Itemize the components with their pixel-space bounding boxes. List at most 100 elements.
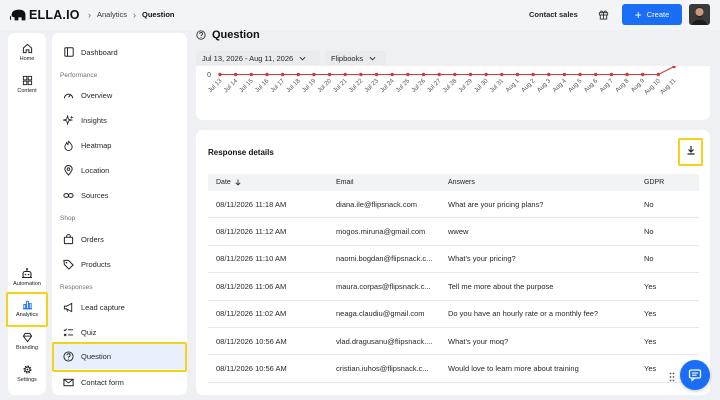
cell-answer: What are your pricing plans? [448,199,544,209]
subnav-label: Location [81,165,110,175]
data-point[interactable] [312,72,316,77]
data-point[interactable] [437,72,441,77]
data-point[interactable] [374,72,379,77]
subnav-item-orders[interactable]: Orders [63,232,104,246]
rail-item-home[interactable]: Home [8,43,46,62]
data-point[interactable] [233,72,238,77]
data-point[interactable] [515,72,520,77]
column-header-answers: Answers [448,179,475,186]
data-point[interactable] [656,72,661,77]
data-point[interactable] [280,72,285,77]
location-pin-icon [63,164,74,176]
x-tick-label: Jul 31 [489,77,506,94]
subnav-item-dashboard[interactable]: Dashboard [63,45,118,59]
gift-icon[interactable] [598,9,609,20]
date-range-select[interactable]: Jul 13, 2026 - Aug 11, 2026 [196,51,320,65]
subnav-item-overview[interactable]: Overview [63,88,112,102]
data-point[interactable] [296,72,300,77]
subnav-label: Sources [81,190,109,200]
rail-item-automation[interactable]: Automation [8,267,46,287]
data-point[interactable] [343,72,347,77]
data-point[interactable] [406,72,410,77]
data-point[interactable] [265,72,269,77]
chevron-right-icon: › [88,9,91,20]
shopping-bag-icon [63,233,74,245]
logo[interactable]: ELLA.IO [10,8,80,22]
cell-date: 08/11/2026 10:56 AM [216,364,287,374]
create-button[interactable]: + Create [622,4,682,25]
subnav-label: Orders [81,234,104,244]
chat-button[interactable] [680,360,710,390]
rail-item-branding[interactable]: Branding [8,332,46,351]
column-header-date[interactable]: Date [208,179,336,186]
x-tick-label: Jul 29 [457,77,474,94]
table-row[interactable]: 08/11/2026 11:18 AM diana.ile@flipsnack.c… [208,191,699,219]
data-point[interactable] [249,72,254,77]
subnav-label: Dashboard [81,47,118,57]
subnav-item-quiz[interactable]: Quiz [63,325,96,339]
subnav-item-lead-capture[interactable]: Lead capture [63,300,125,314]
data-point[interactable] [500,72,504,77]
subnav-item-heatmap[interactable]: Heatmap [63,138,111,152]
table-row[interactable]: 08/11/2026 10:56 AM vlad.dragusanu@flipsn… [208,328,699,356]
subnav-item-contact-form[interactable]: Contact form [63,375,124,389]
home-icon [22,43,32,54]
create-button-label: Create [646,10,670,19]
cell-email: maura.corpas@flipsnack.c... [336,281,431,291]
column-header-gdpr: GDPR [644,179,665,186]
table-row[interactable]: 08/11/2026 10:56 AM cristian.iuhos@flipsn… [208,355,699,383]
rail-item-content[interactable]: Content [8,75,46,94]
data-point[interactable] [562,72,567,77]
response-details-title: Response details [208,148,274,157]
table-row[interactable]: 08/11/2026 11:06 AM maura.corpas@flipsnac… [208,273,699,301]
data-point[interactable] [625,72,629,77]
x-tick-label: Aug 5 [567,77,584,94]
avatar[interactable] [689,4,710,25]
data-point[interactable] [609,72,614,77]
subnav-item-insights[interactable]: Insights [63,113,107,127]
subnav-item-products[interactable]: Products [63,257,111,271]
table-row[interactable]: 08/11/2026 11:02 AM neaga.claudiu@gmail.c… [208,301,699,328]
plus-icon: + [634,7,642,22]
x-tick-label: Jul 26 [410,77,427,94]
subnav-label: Products [81,259,111,269]
x-tick-label: Jul 14 [222,77,239,94]
data-point[interactable] [594,72,598,77]
data-point[interactable] [421,72,426,77]
subnav-item-question[interactable]: Question [54,344,185,369]
grid-icon [22,75,32,86]
responses-chart-card: 0 Jul 13 Jul 14 Jul 15 Jul 16 Jul 17 Jul 18 Jul… [196,66,710,120]
rail-item-analytics[interactable]: Analytics [8,299,46,318]
data-point[interactable] [547,72,551,77]
data-point[interactable] [640,72,645,77]
data-point[interactable] [578,72,582,77]
data-point[interactable] [468,72,473,77]
contact-sales-link[interactable]: Contact sales [529,10,578,19]
table-row[interactable]: 08/11/2026 11:10 AM naomi.bogdan@flipsnac… [208,246,699,274]
breadcrumb-analytics[interactable]: Analytics [97,10,127,19]
data-point[interactable] [531,72,535,77]
responses-line-chart: 0Jul 13 Jul 14 Jul 15 Jul 16 Jul 17 Jul 18 Jul… [207,66,678,96]
cell-answer: What's your pricing? [448,254,516,264]
content-type-select[interactable]: Flipbooks [325,51,386,65]
drag-handle-icon[interactable] [669,372,675,382]
responses-table: Date Email Answers GDPR 08/11/2026 11:18… [208,174,699,383]
x-tick-label: Jul 18 [285,77,302,94]
download-button[interactable] [683,142,699,158]
rail-item-settings[interactable]: Settings [8,364,46,383]
data-point[interactable] [218,72,222,77]
data-point[interactable] [359,72,363,77]
question-circle-icon [196,30,206,40]
megaphone-icon [63,302,74,313]
data-point[interactable] [672,66,676,69]
dashboard-icon [63,47,74,58]
subnav-item-sources[interactable]: Sources [63,188,109,202]
subnav-item-location[interactable]: Location [63,163,109,177]
elephant-logo-icon [10,9,26,21]
data-point[interactable] [327,72,332,77]
rail-label: Branding [15,345,39,351]
data-point[interactable] [453,72,457,77]
table-row[interactable]: 08/11/2026 11:12 AM mogos.miruna@gmail.co… [208,218,699,246]
data-point[interactable] [484,72,488,77]
data-point[interactable] [390,72,394,77]
